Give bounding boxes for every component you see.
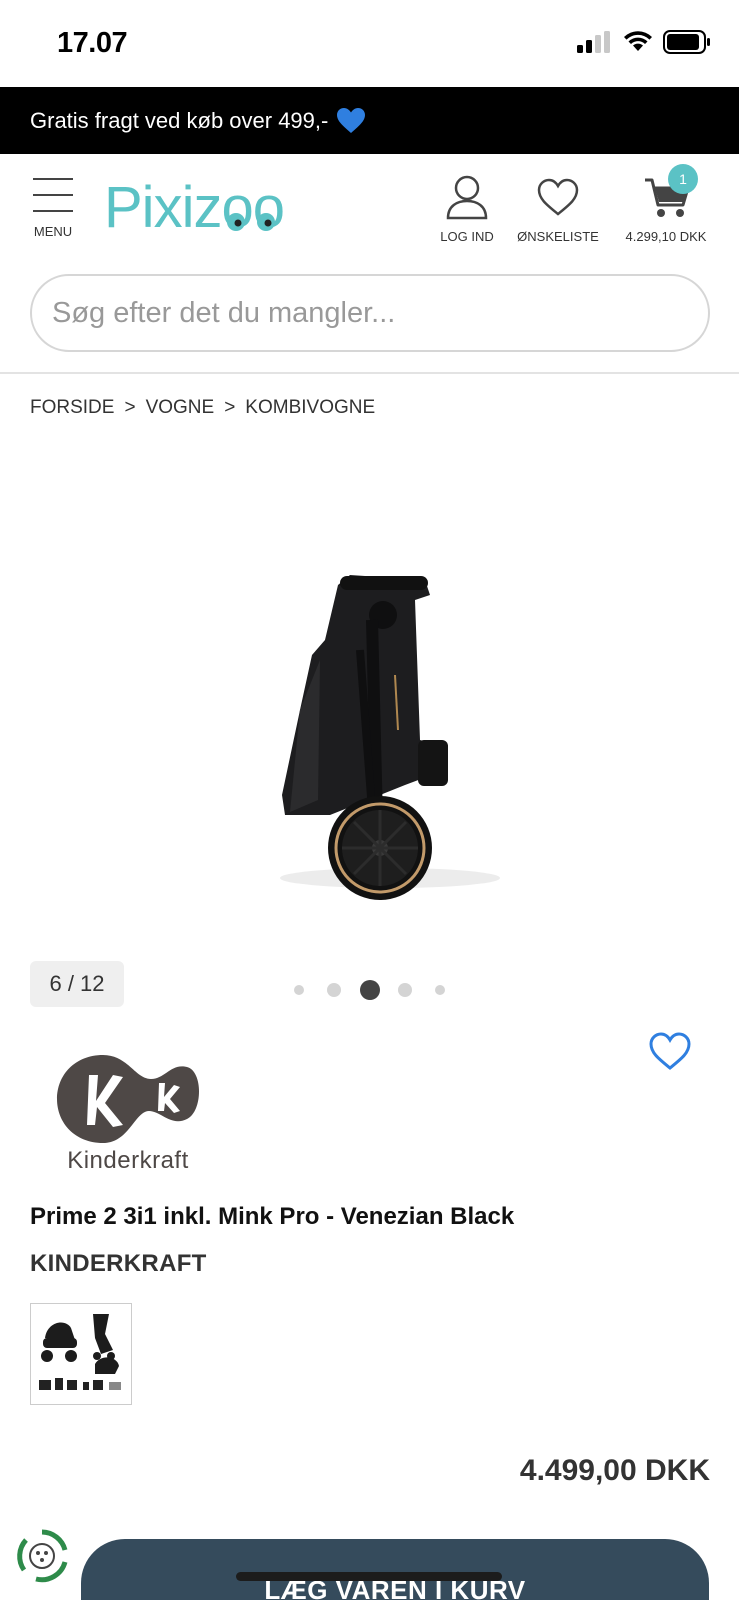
brand-logo-text: Kinderkraft <box>67 1147 189 1174</box>
add-to-wishlist-button[interactable] <box>648 1031 692 1076</box>
cart-button[interactable]: 1 4.299,10 DKK <box>616 164 716 244</box>
gallery-counter: 6 / 12 <box>30 961 124 1007</box>
breadcrumb-separator: > <box>224 397 236 418</box>
wishlist-label: ØNSKELISTE <box>517 229 599 244</box>
heart-icon <box>537 178 579 216</box>
folded-stroller-image <box>280 575 500 900</box>
hamburger-icon <box>30 178 76 212</box>
wishlist-button[interactable]: ØNSKELISTE <box>513 174 603 244</box>
user-icon <box>446 175 488 220</box>
battery-icon <box>663 30 710 54</box>
promo-bar: Gratis fragt ved køb over 499,- <box>0 87 739 154</box>
pagination-dots <box>294 980 445 1000</box>
pagination-dot <box>435 985 445 995</box>
breadcrumb: FORSIDE > VOGNE > KOMBIVOGNE <box>30 397 375 419</box>
status-time: 17.07 <box>57 27 128 59</box>
stroller-set-thumbnail-image <box>39 1314 121 1390</box>
status-icons <box>577 30 711 54</box>
pagination-dot <box>327 983 341 997</box>
search-input[interactable] <box>52 296 708 330</box>
recycle-badge-button[interactable] <box>14 1528 70 1584</box>
pagination-dot <box>398 983 412 997</box>
breadcrumb-item-vogne[interactable]: VOGNE <box>146 397 215 419</box>
blue-heart-icon <box>336 107 366 135</box>
recycle-icon <box>17 1529 68 1583</box>
logo-eyes-icon <box>227 213 275 231</box>
login-label: LOG IND <box>440 229 494 244</box>
menu-label: MENU <box>33 224 73 239</box>
signal-icon <box>577 31 610 53</box>
status-bar: 17.07 <box>0 0 739 87</box>
promo-text: Gratis fragt ved køb over 499,- <box>30 107 329 133</box>
cart-total: 4.299,10 DKK <box>625 229 707 244</box>
gallery-pagination[interactable] <box>292 978 452 1002</box>
search-box[interactable] <box>30 274 710 352</box>
product-variant-thumbnail[interactable] <box>30 1303 132 1405</box>
wifi-icon <box>624 31 652 51</box>
site-header: MENU Pixizoo LOG IND ØNSKELISTE 1 4.299,… <box>0 154 739 264</box>
menu-button[interactable]: MENU <box>30 178 76 239</box>
cart-count-badge: 1 <box>668 164 698 194</box>
header-divider <box>0 372 739 374</box>
product-image[interactable] <box>0 440 739 940</box>
breadcrumb-item-kombivogne[interactable]: KOMBIVOGNE <box>245 397 375 419</box>
product-title: Prime 2 3i1 inkl. Mink Pro - Venezian Bl… <box>30 1203 515 1230</box>
product-brand[interactable]: KINDERKRAFT <box>30 1250 207 1278</box>
add-to-cart-button[interactable]: LÆG VAREN I KURV <box>81 1539 709 1600</box>
heart-outline-icon <box>649 1032 691 1070</box>
login-button[interactable]: LOG IND <box>432 174 502 244</box>
pagination-dot-active <box>360 980 380 1000</box>
breadcrumb-item-forside[interactable]: FORSIDE <box>30 397 114 419</box>
product-price: 4.499,00 DKK <box>519 1454 710 1487</box>
brand-logo[interactable]: Kinderkraft <box>53 1053 203 1177</box>
pagination-dot <box>294 985 304 995</box>
kinderkraft-logo-icon <box>57 1055 199 1143</box>
home-indicator[interactable] <box>236 1572 502 1581</box>
breadcrumb-separator: > <box>124 397 136 418</box>
